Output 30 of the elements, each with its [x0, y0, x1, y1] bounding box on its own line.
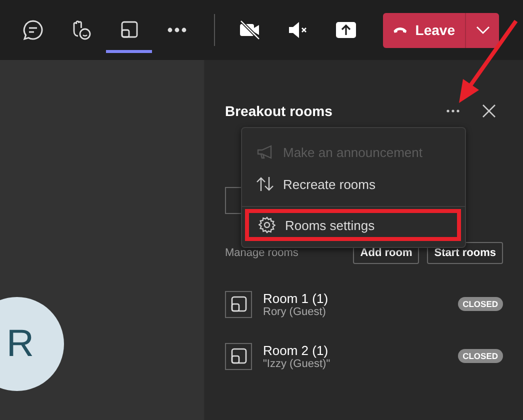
camera-off-icon: [239, 19, 261, 41]
room-icon: [225, 290, 252, 318]
speaker-muted-icon: [287, 19, 309, 41]
settings-menu-item[interactable]: Rooms settings: [245, 209, 461, 241]
leave-dropdown-button[interactable]: [465, 12, 499, 48]
share-icon: [335, 21, 357, 39]
manage-label: Manage rooms: [225, 247, 300, 259]
more-icon: [446, 109, 460, 113]
more-icon: [167, 27, 187, 33]
participant-name: "Izzy (Guest)": [263, 358, 332, 370]
panel-title: Breakout rooms: [225, 103, 334, 119]
phone-icon: [393, 25, 408, 35]
megaphone-icon: [256, 144, 274, 160]
chevron-icon: [476, 26, 490, 34]
close-icon: [482, 104, 496, 118]
arrows-icon: [256, 176, 274, 192]
status-badge: CLOSED: [458, 349, 503, 363]
leave-button[interactable]: Leave: [383, 12, 465, 48]
room-icon: [225, 342, 252, 370]
gear-icon: [258, 216, 276, 234]
chat-icon: [22, 19, 44, 41]
room-name: Room 1 (1): [263, 290, 330, 306]
avatar: R: [0, 297, 64, 391]
participant-name: Rory (Guest): [263, 306, 326, 318]
rooms-icon: [119, 20, 139, 40]
room-name: Room 2 (1): [263, 342, 328, 358]
room-item[interactable]: Room 2 (1) "Izzy (Guest)" CLOSED: [225, 339, 503, 373]
room-item[interactable]: Room 1 (1) Rory (Guest) CLOSED: [225, 287, 503, 321]
recreate-menu-item[interactable]: Recreate rooms: [242, 168, 465, 200]
status-badge: CLOSED: [458, 297, 503, 311]
